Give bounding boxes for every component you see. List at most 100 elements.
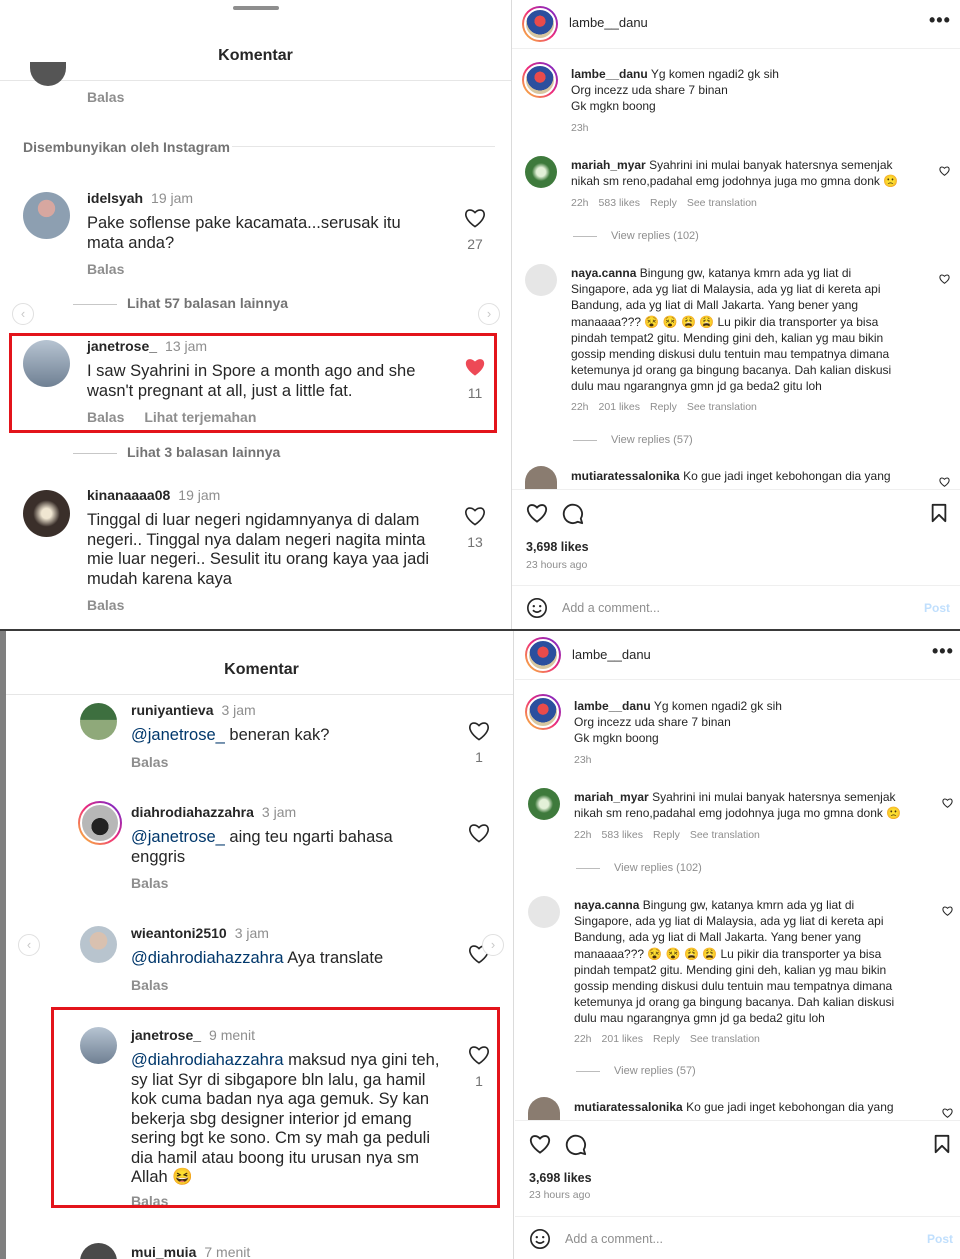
emoji-icon[interactable] (529, 1228, 551, 1250)
account-name[interactable]: lambe__danu (569, 15, 648, 30)
comment-text: mutiaratessalonika Ko gue jadi inget keb… (571, 469, 891, 483)
next-arrow-icon[interactable]: › (478, 303, 500, 325)
avatar[interactable] (80, 703, 117, 740)
view-replies[interactable]: View replies (102) (573, 230, 699, 242)
post-button[interactable]: Post (924, 601, 950, 615)
see-translation-link[interactable]: See translation (690, 829, 760, 841)
like-heart-icon[interactable] (939, 166, 950, 176)
like-heart-icon[interactable] (464, 506, 486, 526)
see-translation-link[interactable]: See translation (687, 401, 757, 413)
comment-username[interactable]: diahrodiahazzahra 3 jam (131, 804, 296, 820)
avatar (30, 62, 66, 86)
avatar[interactable] (80, 1243, 117, 1259)
comment-text: mutiaratessalonika Ko gue jadi inget keb… (574, 1100, 894, 1114)
add-comment-input[interactable]: Add a comment... (562, 601, 660, 615)
avatar[interactable] (525, 156, 557, 188)
comment-time: 3 jam (221, 702, 256, 718)
mention-link[interactable]: @diahrodiahazzahra (131, 949, 284, 967)
comment-time: 19 jam (151, 190, 194, 206)
prev-arrow-icon[interactable]: ‹ (18, 934, 40, 956)
comment-username[interactable]: runiyantieva 3 jam (131, 702, 256, 718)
like-heart-icon[interactable] (468, 823, 490, 843)
like-heart-icon[interactable] (942, 798, 953, 808)
like-heart-icon[interactable] (939, 274, 950, 284)
view-replies[interactable]: View replies (102) (576, 862, 702, 874)
account-name[interactable]: lambe__danu (572, 647, 651, 662)
more-options-icon[interactable]: ••• (929, 10, 951, 31)
mention-link[interactable]: @janetrose_ (131, 726, 225, 744)
avatar[interactable] (528, 896, 560, 928)
reply-link[interactable]: Reply (653, 829, 680, 841)
view-more-replies[interactable]: Lihat 3 balasan lainnya (73, 444, 280, 460)
hidden-by-instagram-label[interactable]: Disembunyikan oleh Instagram (23, 139, 230, 155)
comments-panel-top: Komentar Balas Disembunyikan oleh Instag… (0, 0, 512, 630)
like-heart-icon[interactable] (939, 477, 950, 487)
caption-text: lambe__danu Yg komen ngadi2 gk sih Org in… (574, 699, 782, 746)
avatar[interactable] (78, 801, 122, 845)
likes-count[interactable]: 3,698 likes (529, 1171, 592, 1185)
reply-link[interactable]: Balas (131, 977, 168, 993)
avatar[interactable] (525, 264, 557, 296)
comment-username[interactable]: kinanaaaa08 19 jam (87, 487, 220, 503)
comment-text: @janetrose_ beneran kak? (131, 726, 330, 744)
highlight-box (9, 333, 497, 433)
avatar[interactable] (23, 490, 70, 537)
mention-link[interactable]: @janetrose_ (131, 828, 225, 846)
post-time: 23 hours ago (526, 559, 588, 571)
view-more-replies[interactable]: Lihat 57 balasan lainnya (73, 295, 288, 311)
prev-arrow-icon[interactable]: ‹ (12, 303, 34, 325)
window-edge (0, 631, 6, 1259)
bookmark-icon[interactable] (930, 503, 948, 523)
likes-count[interactable]: 3,698 likes (526, 540, 589, 554)
avatar[interactable] (528, 788, 560, 820)
view-replies[interactable]: View replies (57) (576, 1065, 696, 1077)
reply-link[interactable]: Reply (650, 197, 677, 209)
comment-icon[interactable] (565, 1134, 587, 1156)
comment-text: mariah_myar Syahrini ini mulai banyak ha… (571, 158, 899, 189)
like-heart-icon[interactable] (942, 906, 953, 916)
drag-handle[interactable] (232, 6, 279, 10)
post-panel-bottom: lambe__danu ••• lambe__danu Yg komen nga… (515, 631, 960, 1259)
reply-link[interactable]: Reply (653, 1033, 680, 1045)
like-heart-icon[interactable] (464, 208, 486, 228)
reply-link[interactable]: Balas (131, 754, 168, 770)
add-comment-input[interactable]: Add a comment... (565, 1232, 663, 1246)
reply-link[interactable]: Balas (131, 875, 168, 891)
reply-link[interactable]: Balas (87, 89, 124, 105)
avatar[interactable] (80, 926, 117, 963)
view-replies[interactable]: View replies (57) (573, 434, 693, 446)
comment-icon[interactable] (562, 503, 584, 525)
avatar[interactable] (525, 466, 557, 490)
avatar[interactable] (23, 192, 70, 239)
see-translation-link[interactable]: See translation (690, 1033, 760, 1045)
header-divider (6, 694, 513, 695)
caption-avatar[interactable] (525, 694, 561, 730)
comment-text: Pake soflense pake kacamata...serusak it… (87, 214, 401, 252)
account-avatar[interactable] (525, 637, 561, 673)
comment-text: naya.canna Bingung gw, katanya kmrn ada … (574, 898, 895, 1026)
like-heart-icon[interactable] (942, 1108, 953, 1118)
comment-username[interactable]: wieantoni2510 3 jam (131, 925, 269, 941)
header-divider (515, 679, 960, 680)
reply-link[interactable]: Balas (87, 261, 124, 277)
caption-text: lambe__danu Yg komen ngadi2 gk sih Org in… (571, 67, 779, 114)
comment-username[interactable]: idelsyah 19 jam (87, 190, 193, 206)
see-translation-link[interactable]: See translation (687, 197, 757, 209)
comment-text: mariah_myar Syahrini ini mulai banyak ha… (574, 790, 902, 821)
caption-avatar[interactable] (522, 62, 558, 98)
reply-link[interactable]: Reply (650, 401, 677, 413)
comment-username[interactable]: mui_muia 7 menit (131, 1244, 250, 1259)
account-avatar[interactable] (522, 6, 558, 42)
bookmark-icon[interactable] (933, 1134, 951, 1154)
reply-link[interactable]: Balas (87, 597, 124, 613)
like-heart-icon[interactable] (526, 503, 548, 523)
next-arrow-icon[interactable]: › (482, 934, 504, 956)
like-heart-icon[interactable] (468, 721, 490, 741)
more-options-icon[interactable]: ••• (932, 641, 954, 662)
emoji-icon[interactable] (526, 597, 548, 619)
hidden-divider (232, 146, 495, 147)
post-panel-top: lambe__danu ••• lambe__danu Yg komen nga… (512, 0, 960, 630)
avatar[interactable] (528, 1097, 560, 1121)
like-heart-icon[interactable] (529, 1134, 551, 1154)
post-button[interactable]: Post (927, 1232, 953, 1246)
